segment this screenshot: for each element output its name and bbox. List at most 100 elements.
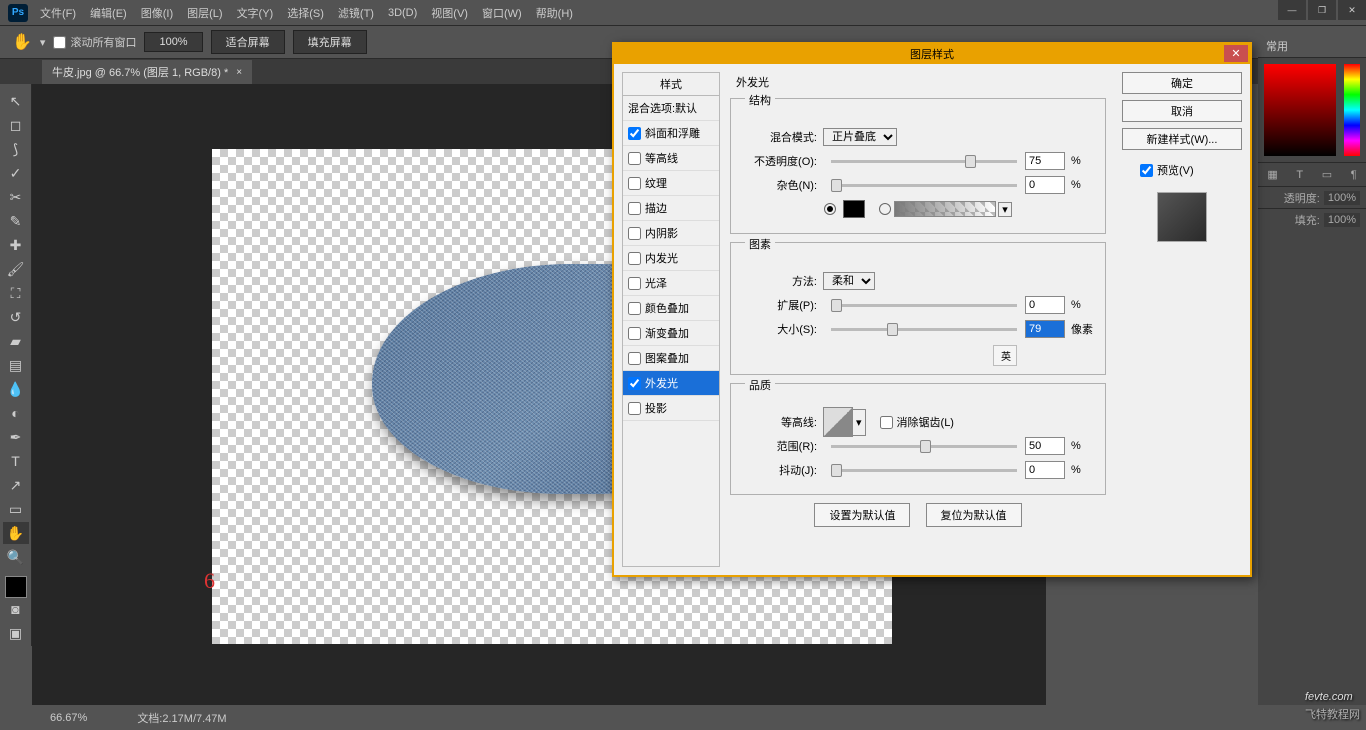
color-overlay-checkbox[interactable] bbox=[628, 302, 641, 315]
history-brush-tool-icon[interactable]: ↺ bbox=[3, 306, 29, 328]
fill-value[interactable]: 100% bbox=[1324, 213, 1360, 227]
stamp-tool-icon[interactable]: ⛶ bbox=[3, 282, 29, 304]
hue-strip[interactable] bbox=[1344, 64, 1360, 156]
new-style-button[interactable]: 新建样式(W)... bbox=[1122, 128, 1242, 150]
method-select[interactable]: 柔和 bbox=[823, 272, 875, 290]
type-tool-icon[interactable]: T bbox=[3, 450, 29, 472]
path-select-tool-icon[interactable]: ↗ bbox=[3, 474, 29, 496]
styles-header[interactable]: 样式 bbox=[623, 73, 719, 96]
menu-help[interactable]: 帮助(H) bbox=[536, 5, 573, 21]
range-slider[interactable] bbox=[831, 445, 1017, 448]
maximize-button[interactable]: ❐ bbox=[1308, 0, 1336, 20]
status-zoom[interactable]: 66.67% bbox=[50, 712, 87, 724]
dodge-tool-icon[interactable]: ◐ bbox=[3, 402, 29, 424]
opacity-input[interactable] bbox=[1025, 152, 1065, 170]
blending-options-row[interactable]: 混合选项:默认 bbox=[623, 96, 719, 121]
style-contour[interactable]: 等高线 bbox=[623, 146, 719, 171]
texture-checkbox[interactable] bbox=[628, 177, 641, 190]
healing-tool-icon[interactable]: ✚ bbox=[3, 234, 29, 256]
menu-type[interactable]: 文字(Y) bbox=[237, 5, 274, 21]
pattern-overlay-checkbox[interactable] bbox=[628, 352, 641, 365]
dialog-close-button[interactable]: ✕ bbox=[1224, 45, 1248, 62]
set-default-button[interactable]: 设置为默认值 bbox=[814, 503, 910, 527]
menu-filter[interactable]: 滤镜(T) bbox=[338, 5, 374, 21]
solid-color-radio[interactable] bbox=[824, 203, 836, 215]
gradient-radio[interactable] bbox=[879, 203, 891, 215]
style-outer-glow[interactable]: 外发光 bbox=[623, 371, 719, 396]
type-icon[interactable]: T bbox=[1296, 169, 1303, 181]
cancel-button[interactable]: 取消 bbox=[1122, 100, 1242, 122]
zoom-tool-icon[interactable]: 🔍 bbox=[3, 546, 29, 568]
screen-mode-icon[interactable]: ▣ bbox=[3, 622, 29, 644]
spread-input[interactable] bbox=[1025, 296, 1065, 314]
bevel-checkbox[interactable] bbox=[628, 127, 641, 140]
character-icon[interactable]: ¶ bbox=[1351, 169, 1357, 181]
inner-shadow-checkbox[interactable] bbox=[628, 227, 641, 240]
contour-dropdown-icon[interactable]: ▾ bbox=[852, 409, 866, 436]
menu-view[interactable]: 视图(V) bbox=[431, 5, 468, 21]
marquee-tool-icon[interactable]: ◻ bbox=[3, 114, 29, 136]
contour-picker[interactable] bbox=[823, 407, 853, 437]
reset-default-button[interactable]: 复位为默认值 bbox=[926, 503, 1022, 527]
antialias-checkbox[interactable] bbox=[880, 416, 893, 429]
eyedropper-tool-icon[interactable]: ✎ bbox=[3, 210, 29, 232]
blendmode-select[interactable]: 正片叠底 bbox=[823, 128, 897, 146]
zoom-level-button[interactable]: 100% bbox=[144, 32, 202, 52]
panel-tab[interactable]: 常用 bbox=[1258, 34, 1366, 58]
fit-screen-button[interactable]: 适合屏幕 bbox=[211, 30, 285, 54]
minimize-button[interactable]: — bbox=[1278, 0, 1306, 20]
quick-mask-icon[interactable]: ◙ bbox=[3, 598, 29, 620]
pen-tool-icon[interactable]: ✒ bbox=[3, 426, 29, 448]
style-stroke[interactable]: 描边 bbox=[623, 196, 719, 221]
close-button[interactable]: ✕ bbox=[1338, 0, 1366, 20]
blur-tool-icon[interactable]: 💧 bbox=[3, 378, 29, 400]
move-tool-icon[interactable]: ↖ bbox=[3, 90, 29, 112]
satin-checkbox[interactable] bbox=[628, 277, 641, 290]
opacity-value[interactable]: 100% bbox=[1324, 191, 1360, 205]
style-gradient-overlay[interactable]: 渐变叠加 bbox=[623, 321, 719, 346]
dialog-title-bar[interactable]: 图层样式 ✕ bbox=[614, 44, 1250, 64]
style-texture[interactable]: 纹理 bbox=[623, 171, 719, 196]
rectangle-tool-icon[interactable]: ▭ bbox=[3, 498, 29, 520]
swatches-icon[interactable]: ▦ bbox=[1267, 168, 1277, 181]
opacity-slider[interactable] bbox=[831, 160, 1017, 163]
brush-tool-icon[interactable]: 🖌 bbox=[3, 258, 29, 280]
spread-slider[interactable] bbox=[831, 304, 1017, 307]
gradient-picker[interactable] bbox=[894, 201, 996, 217]
menu-image[interactable]: 图像(I) bbox=[141, 5, 173, 21]
style-bevel[interactable]: 斜面和浮雕 bbox=[623, 121, 719, 146]
jitter-slider[interactable] bbox=[831, 469, 1017, 472]
glow-color-button[interactable] bbox=[843, 200, 865, 218]
style-drop-shadow[interactable]: 投影 bbox=[623, 396, 719, 421]
gradient-tool-icon[interactable]: ▤ bbox=[3, 354, 29, 376]
size-slider[interactable] bbox=[831, 328, 1017, 331]
preview-checkbox[interactable] bbox=[1140, 164, 1153, 177]
document-tab[interactable]: 牛皮.jpg @ 66.7% (图层 1, RGB/8) * × bbox=[42, 60, 252, 84]
style-inner-glow[interactable]: 内发光 bbox=[623, 246, 719, 271]
ok-button[interactable]: 确定 bbox=[1122, 72, 1242, 94]
size-input[interactable] bbox=[1025, 320, 1065, 338]
menu-layer[interactable]: 图层(L) bbox=[187, 5, 222, 21]
inner-glow-checkbox[interactable] bbox=[628, 252, 641, 265]
noise-slider[interactable] bbox=[831, 184, 1017, 187]
contour-checkbox[interactable] bbox=[628, 152, 641, 165]
quick-select-tool-icon[interactable]: ✓ bbox=[3, 162, 29, 184]
scroll-all-checkbox[interactable] bbox=[53, 36, 66, 49]
style-pattern-overlay[interactable]: 图案叠加 bbox=[623, 346, 719, 371]
paragraph-icon[interactable]: ▭ bbox=[1322, 168, 1332, 181]
color-swatches[interactable] bbox=[5, 576, 27, 598]
range-input[interactable] bbox=[1025, 437, 1065, 455]
noise-input[interactable] bbox=[1025, 176, 1065, 194]
outer-glow-checkbox[interactable] bbox=[628, 377, 641, 390]
menu-3d[interactable]: 3D(D) bbox=[388, 7, 417, 19]
hand-tool-icon[interactable]: ✋ bbox=[3, 522, 29, 544]
crop-tool-icon[interactable]: ✂ bbox=[3, 186, 29, 208]
gradient-dropdown-icon[interactable]: ▾ bbox=[998, 202, 1012, 217]
drop-shadow-checkbox[interactable] bbox=[628, 402, 641, 415]
menu-file[interactable]: 文件(F) bbox=[40, 5, 76, 21]
jitter-input[interactable] bbox=[1025, 461, 1065, 479]
menu-edit[interactable]: 编辑(E) bbox=[90, 5, 127, 21]
fill-screen-button[interactable]: 填充屏幕 bbox=[293, 30, 367, 54]
stroke-checkbox[interactable] bbox=[628, 202, 641, 215]
color-field[interactable] bbox=[1264, 64, 1336, 156]
